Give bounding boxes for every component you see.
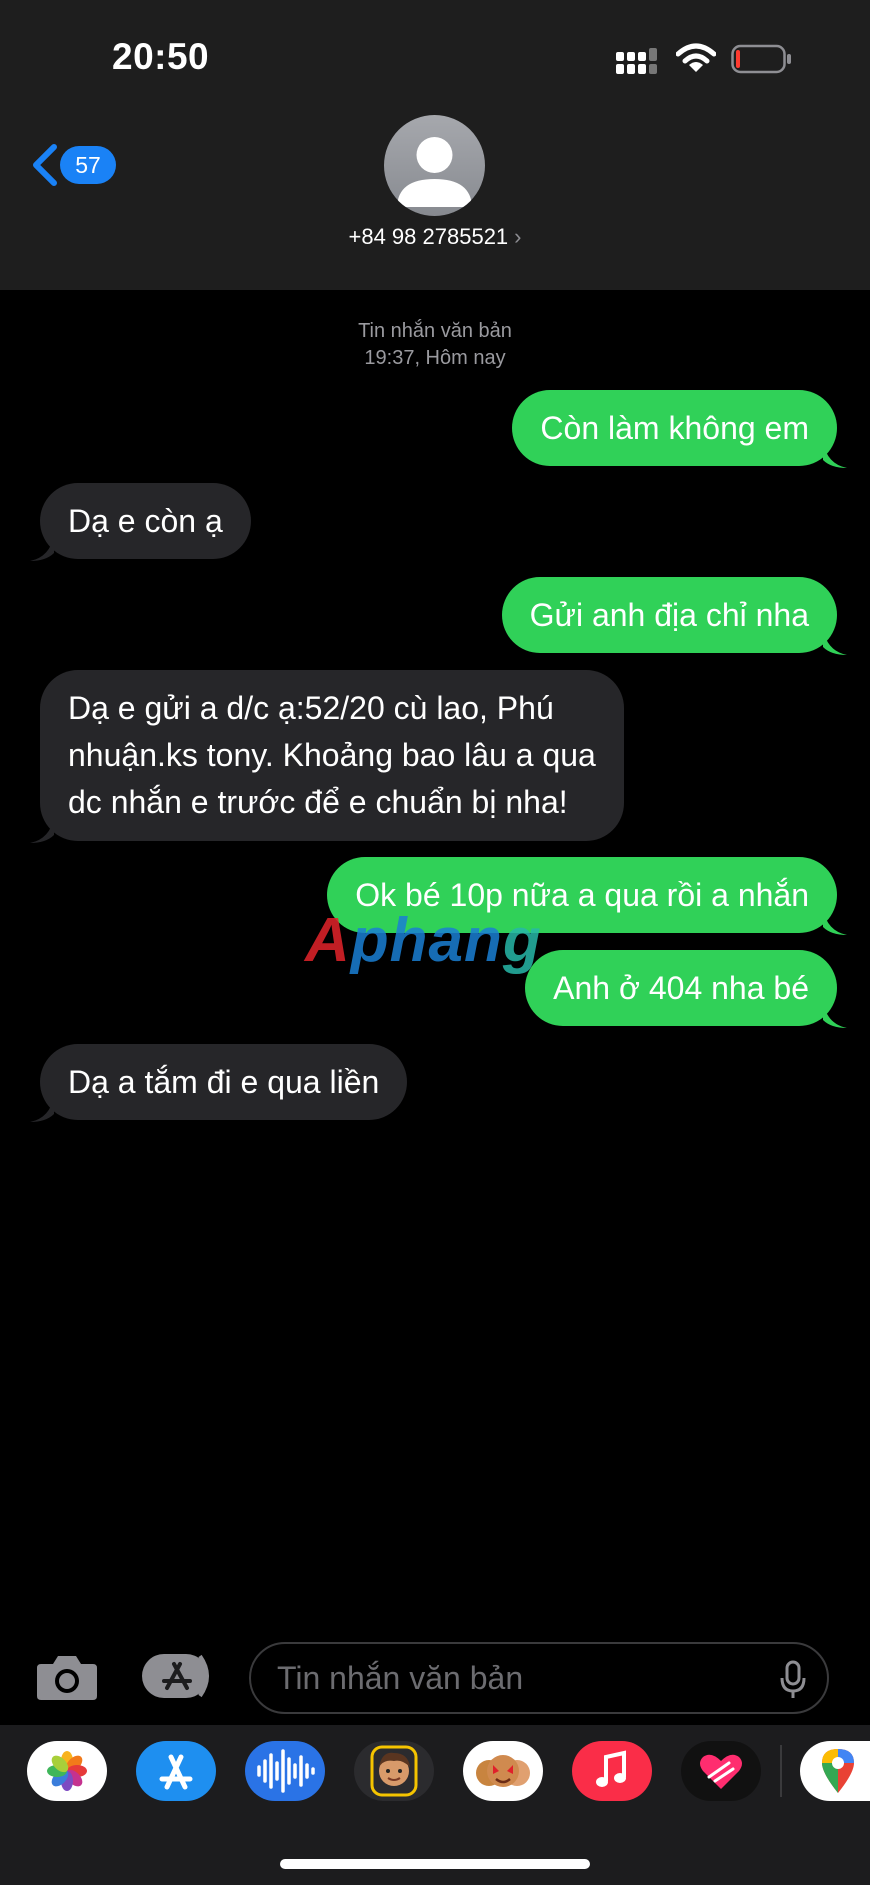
status-time: 20:50 [112, 36, 210, 77]
message-line: Dạ e gửi a d/c ạ:52/20 cù lao, Phú [68, 690, 554, 726]
contact-avatar[interactable] [384, 115, 485, 216]
message-text: Gửi anh địa chỉ nha [529, 597, 809, 633]
bubble-tail [30, 535, 54, 561]
bubble-tail [30, 817, 54, 843]
thread-meta: Tin nhắn văn bản 19:37, Hôm nay [0, 318, 870, 372]
contact-chevron-icon: › [514, 224, 522, 249]
person-silhouette-icon [397, 137, 472, 207]
back-button[interactable]: 57 [30, 140, 120, 190]
app-store-icon [142, 1654, 209, 1698]
contact-name-button[interactable]: +84 98 2785521 › [300, 224, 570, 250]
maps-app-icon[interactable] [800, 1741, 870, 1801]
bubble-tail [823, 442, 847, 468]
photos-app-icon[interactable] [27, 1741, 107, 1801]
apps-button[interactable] [140, 1652, 216, 1700]
imessage-app-tray [0, 1725, 870, 1885]
cellular-signal-icon [616, 48, 657, 74]
message-sent[interactable]: Anh ở 404 nha bé [525, 950, 847, 1028]
microphone-icon[interactable] [779, 1660, 807, 1700]
message-sent[interactable]: Còn làm không em [512, 390, 847, 468]
message-input-placeholder: Tin nhắn văn bản [277, 1660, 524, 1696]
bubble-tail [30, 1096, 54, 1122]
service-label: Tin nhắn văn bản [358, 320, 512, 342]
camera-icon[interactable] [35, 1652, 99, 1702]
tray-divider [780, 1745, 782, 1797]
back-chevron-icon [33, 144, 57, 186]
message-line: dc nhắn e trước để e chuẩn bị nha! [68, 784, 568, 820]
message-sent[interactable]: Gửi anh địa chỉ nha [501, 577, 847, 655]
message-received[interactable]: Dạ e còn ạ [30, 483, 251, 561]
home-indicator[interactable] [280, 1859, 590, 1869]
conversation-header: 20:50 57 +84 98 2785521 › [0, 0, 870, 290]
message-line: nhuận.ks tony. Khoảng bao lâu a qua [68, 737, 596, 773]
thread-timestamp: 19:37, Hôm nay [364, 347, 506, 369]
message-input[interactable]: Tin nhắn văn bản [249, 1642, 829, 1714]
watermark-logo: Aphang [305, 906, 542, 975]
message-received[interactable]: Dạ a tắm đi e qua liền [30, 1044, 408, 1122]
message-text: Anh ở 404 nha bé [553, 970, 809, 1006]
bubble-tail [823, 909, 847, 935]
animoji-app-icon[interactable] [463, 1741, 543, 1801]
audio-message-app-icon[interactable] [245, 1741, 325, 1801]
message-text: Dạ e còn ạ [68, 503, 223, 539]
unread-count-badge: 57 [60, 146, 116, 184]
message-text: Dạ a tắm đi e qua liền [68, 1064, 380, 1100]
message-composer: Tin nhắn văn bản [0, 1635, 870, 1720]
app-store-app-icon[interactable] [136, 1741, 216, 1801]
message-received[interactable]: Dạ e gửi a d/c ạ:52/20 cù lao, Phú nhuận… [30, 670, 624, 843]
digital-touch-app-icon[interactable] [681, 1741, 761, 1801]
contact-phone-number: +84 98 2785521 [348, 224, 509, 249]
battery-low-icon [731, 44, 791, 74]
music-app-icon[interactable] [572, 1741, 652, 1801]
wifi-icon [676, 43, 716, 72]
bubble-tail [823, 1002, 847, 1028]
bubble-tail [823, 629, 847, 655]
message-text: Còn làm không em [540, 410, 809, 446]
memoji-app-icon[interactable] [354, 1741, 434, 1801]
